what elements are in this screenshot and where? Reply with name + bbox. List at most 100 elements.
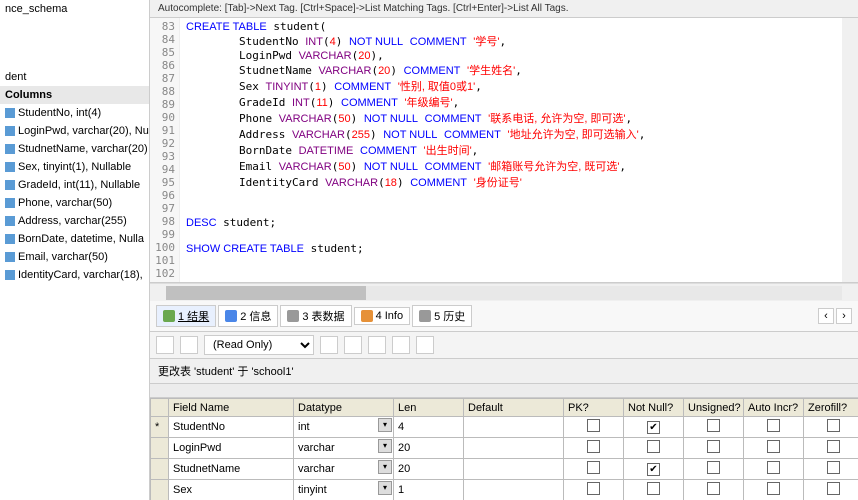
checkbox[interactable] [767,440,780,453]
checkbox[interactable] [707,461,720,474]
code-area[interactable]: CREATE TABLE student( StudentNo INT(4) N… [180,18,842,282]
checkbox[interactable] [707,440,720,453]
cell-notnull[interactable] [624,459,684,480]
checkbox[interactable] [767,419,780,432]
cell-zerofill[interactable] [804,417,858,438]
cell-pk[interactable] [564,480,624,500]
sidebar-column-item[interactable]: StudnetName, varchar(20) [0,140,149,158]
cell-pk[interactable] [564,438,624,459]
checkbox[interactable] [587,482,600,495]
dropdown-icon[interactable]: ▾ [378,481,392,495]
checkbox[interactable] [767,461,780,474]
tab-history[interactable]: 5 历史 [412,305,472,327]
cell-datatype[interactable]: varchar▾ [294,438,394,459]
cell-len[interactable]: 1 [394,480,464,500]
table-node[interactable]: dent [0,68,149,86]
header-field[interactable]: Field Name [169,399,294,417]
dropdown-icon[interactable]: ▾ [378,460,392,474]
cell-notnull[interactable] [624,438,684,459]
sidebar-column-item[interactable]: BornDate, datetime, Nulla [0,230,149,248]
cell-len[interactable]: 4 [394,417,464,438]
cell-default[interactable] [464,438,564,459]
header-zerofill[interactable]: Zerofill? [804,399,858,417]
cell-default[interactable] [464,480,564,500]
checkbox[interactable] [827,440,840,453]
checkbox[interactable] [587,419,600,432]
cell-field[interactable]: StudnetName [169,459,294,480]
checkbox[interactable] [587,440,600,453]
cell-len[interactable]: 20 [394,438,464,459]
table-row[interactable]: StudnetNamevarchar▾20学生姓名 [151,459,858,480]
columns-header[interactable]: Columns [0,86,149,104]
horizontal-scrollbar[interactable] [150,283,858,301]
cell-unsigned[interactable] [684,438,744,459]
sidebar-column-item[interactable]: Phone, varchar(50) [0,194,149,212]
sidebar-column-item[interactable]: GradeId, int(11), Nullable [0,176,149,194]
cell-notnull[interactable] [624,417,684,438]
header-datatype[interactable]: Datatype [294,399,394,417]
header-len[interactable]: Len [394,399,464,417]
cell-datatype[interactable]: tinyint▾ [294,480,394,500]
tab-info[interactable]: 2 信息 [218,305,278,327]
header-default[interactable]: Default [464,399,564,417]
schema-node[interactable]: nce_schema [0,0,149,18]
table-row[interactable]: Sextinyint▾1性别, 取值0或1 [151,480,858,500]
sidebar-column-item[interactable]: Sex, tinyint(1), Nullable [0,158,149,176]
change-table-label[interactable]: 更改表 'student' 于 'school1' [158,366,294,378]
cell-field[interactable]: LoginPwd [169,438,294,459]
readonly-select[interactable]: (Read Only) [204,335,314,355]
header-pk[interactable]: PK? [564,399,624,417]
checkbox[interactable] [827,482,840,495]
toolbar-btn-2[interactable] [180,336,198,354]
checkbox[interactable] [587,461,600,474]
cell-zerofill[interactable] [804,438,858,459]
toolbar-btn-4[interactable] [344,336,362,354]
cell-pk[interactable] [564,417,624,438]
vertical-scrollbar[interactable] [842,18,858,282]
toolbar-btn-3[interactable] [320,336,338,354]
checkbox[interactable] [647,482,660,495]
tab-tabledata[interactable]: 3 表数据 [280,305,351,327]
checkbox[interactable] [767,482,780,495]
header-notnull[interactable]: Not Null? [624,399,684,417]
cell-pk[interactable] [564,459,624,480]
tab-result[interactable]: 1 结果 [156,305,216,327]
cell-zerofill[interactable] [804,459,858,480]
tab-next[interactable]: › [836,308,852,324]
cell-default[interactable] [464,417,564,438]
checkbox[interactable] [827,419,840,432]
table-row[interactable]: *StudentNoint▾4学号 [151,417,858,438]
sql-editor[interactable]: 8384858687888990919293949596979899100101… [150,18,858,283]
checkbox[interactable] [647,463,660,476]
checkbox[interactable] [707,482,720,495]
cell-default[interactable] [464,459,564,480]
cell-datatype[interactable]: varchar▾ [294,459,394,480]
cell-field[interactable]: Sex [169,480,294,500]
cell-autoincr[interactable] [744,417,804,438]
header-autoincr[interactable]: Auto Incr? [744,399,804,417]
toolbar-btn-1[interactable] [156,336,174,354]
header-unsigned[interactable]: Unsigned? [684,399,744,417]
cell-len[interactable]: 20 [394,459,464,480]
cell-notnull[interactable] [624,480,684,500]
sidebar-column-item[interactable]: IdentityCard, varchar(18), [0,266,149,284]
cell-autoincr[interactable] [744,459,804,480]
checkbox[interactable] [647,421,660,434]
sidebar-column-item[interactable]: StudentNo, int(4) [0,104,149,122]
cell-unsigned[interactable] [684,480,744,500]
checkbox[interactable] [707,419,720,432]
toolbar-btn-6[interactable] [392,336,410,354]
tab-prev[interactable]: ‹ [818,308,834,324]
dropdown-icon[interactable]: ▾ [378,418,392,432]
sidebar-column-item[interactable]: LoginPwd, varchar(20), Nu [0,122,149,140]
cell-unsigned[interactable] [684,417,744,438]
dropdown-icon[interactable]: ▾ [378,439,392,453]
toolbar-btn-5[interactable] [368,336,386,354]
cell-datatype[interactable]: int▾ [294,417,394,438]
sidebar-column-item[interactable]: Address, varchar(255) [0,212,149,230]
table-row[interactable]: LoginPwdvarchar▾20 [151,438,858,459]
toolbar-btn-7[interactable] [416,336,434,354]
cell-unsigned[interactable] [684,459,744,480]
tab-info2[interactable]: 4 Info [354,307,411,325]
checkbox[interactable] [827,461,840,474]
